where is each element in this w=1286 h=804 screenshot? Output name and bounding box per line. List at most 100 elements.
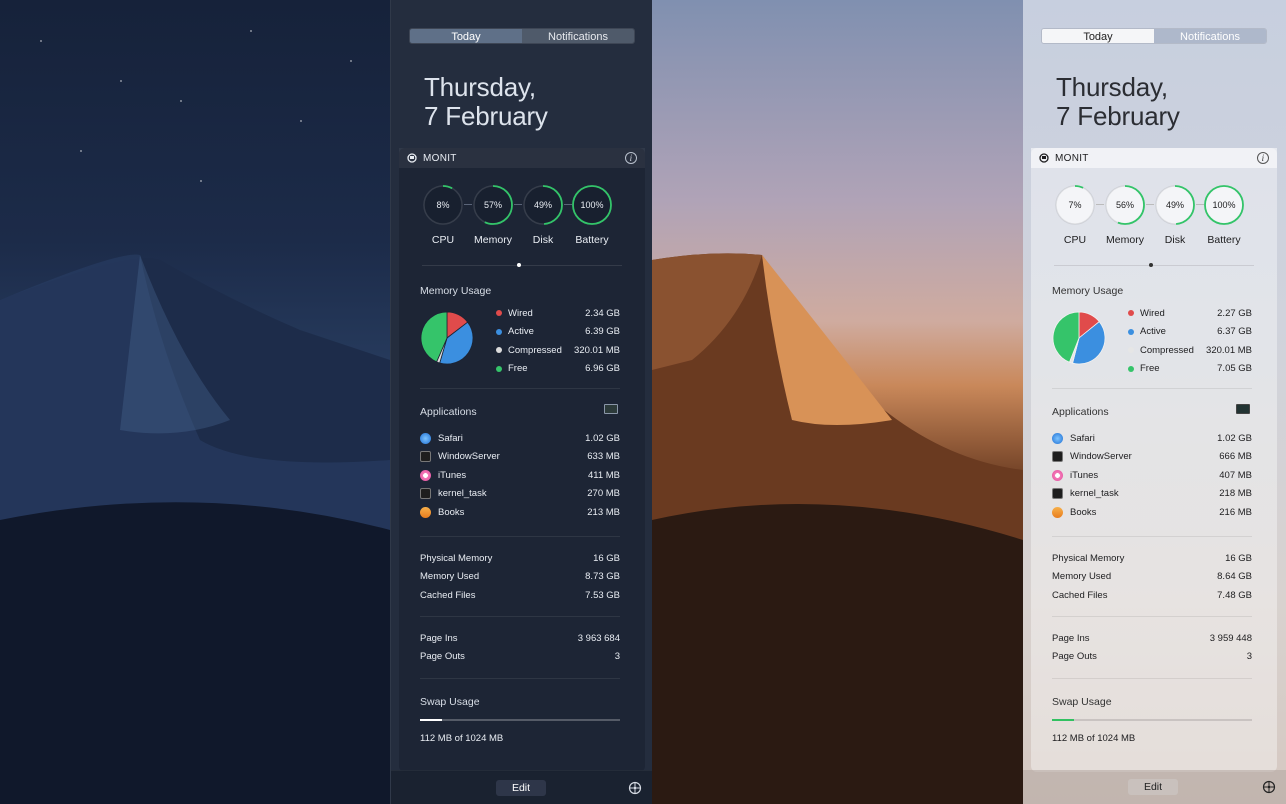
memory-pie-chart [420, 311, 474, 365]
swap-usage-text: 112 MB of 1024 MB [420, 733, 504, 744]
tab-notifications[interactable]: Notifications [1154, 29, 1266, 43]
gauge-value: 56% [1115, 200, 1134, 210]
app-row[interactable]: WindowServer 666 MB [1052, 448, 1252, 467]
gauge-connector [514, 204, 522, 205]
app-name: iTunes [438, 469, 467, 481]
safari-icon [420, 432, 431, 444]
divider [1052, 616, 1252, 617]
activity-monitor-icon[interactable] [1236, 404, 1250, 414]
tab-notifications[interactable]: Notifications [522, 29, 634, 43]
memory-type-value: 7.05 GB [1217, 363, 1252, 375]
tab-today[interactable]: Today [410, 29, 522, 43]
page-dot[interactable] [517, 263, 521, 267]
notification-footer: Edit [1023, 770, 1286, 804]
stat-value: 3 [614, 651, 620, 663]
memory-type-label: Wired [1140, 307, 1165, 319]
stat-label: Physical Memory [1052, 552, 1125, 564]
date-heading: Thursday, 7 February [424, 73, 548, 131]
edit-button[interactable]: Edit [1128, 779, 1178, 795]
app-row[interactable]: kernel_task 270 MB [420, 485, 620, 504]
app-row[interactable]: Safari 1.02 GB [420, 429, 620, 448]
memory-type-label: Active [508, 326, 534, 338]
free-dot-icon [1128, 365, 1134, 372]
monit-widget: MONIT i 7% CPU 56% Memory 49% Disk 100% Battery… [1031, 148, 1277, 772]
divider [420, 536, 620, 537]
edit-button[interactable]: Edit [496, 780, 546, 796]
info-icon[interactable]: i [1257, 152, 1269, 164]
applications-title: Applications [1052, 406, 1109, 418]
app-row[interactable]: kernel_task 218 MB [1052, 485, 1252, 504]
activity-monitor-icon[interactable] [604, 404, 618, 414]
app-row[interactable]: WindowServer 633 MB [420, 448, 620, 467]
app-memory: 407 MB [1219, 469, 1252, 481]
page-dot[interactable] [1149, 263, 1153, 267]
gauge-battery[interactable]: 100% Battery [571, 184, 613, 246]
notification-center-dark: Today Notifications Thursday, 7 February… [390, 0, 652, 804]
app-row[interactable]: Books 213 MB [420, 503, 620, 522]
stat-value: 3 [1246, 651, 1252, 663]
monit-logo-icon [1039, 153, 1049, 163]
tab-today[interactable]: Today [1042, 29, 1154, 43]
divider [420, 388, 620, 389]
memory-legend-row: Compressed 320.01 MB [496, 341, 620, 360]
gauge-value: 100% [580, 200, 604, 210]
divider [1052, 678, 1252, 679]
settings-gear-icon[interactable] [628, 781, 642, 795]
memory-usage-title: Memory Usage [420, 285, 492, 297]
swap-usage-text: 112 MB of 1024 MB [1052, 733, 1136, 744]
app-memory: 633 MB [587, 451, 620, 463]
dune-day-shape [652, 253, 1023, 804]
active-dot-icon [1128, 328, 1134, 335]
gauge-memory[interactable]: 56% Memory [1104, 184, 1146, 246]
stat-row: Cached Files 7.48 GB [1052, 586, 1252, 605]
gauge-label: CPU [1063, 234, 1087, 246]
gauge-row: 7% CPU 56% Memory 49% Disk 100% Battery [1054, 184, 1254, 246]
app-row[interactable]: Safari 1.02 GB [1052, 429, 1252, 448]
date-weekday: Thursday, [424, 72, 536, 102]
gauge-label: CPU [431, 234, 455, 246]
applications-list: Safari 1.02 GB WindowServer 633 MB iTunes 411… [420, 429, 620, 522]
divider [1052, 388, 1252, 389]
gauge-connector [1146, 204, 1154, 205]
info-icon[interactable]: i [625, 152, 637, 164]
notification-footer: Edit [391, 770, 652, 804]
app-row[interactable]: iTunes 407 MB [1052, 466, 1252, 485]
app-memory: 1.02 GB [1217, 432, 1252, 444]
stat-value: 16 GB [593, 552, 620, 564]
memory-pie-chart [1052, 311, 1106, 365]
app-name: Books [1070, 506, 1097, 518]
gauge-connector [464, 204, 472, 205]
gauge-disk[interactable]: 49% Disk [522, 184, 564, 246]
app-name: WindowServer [438, 451, 500, 463]
memory-legend-row: Compressed 320.01 MB [1128, 341, 1252, 360]
app-memory: 270 MB [587, 488, 620, 500]
stat-value: 7.48 GB [1217, 589, 1252, 601]
swap-usage-fill [1052, 719, 1074, 721]
memory-legend-row: Active 6.39 GB [496, 323, 620, 342]
wired-dot-icon [496, 310, 502, 317]
memory-type-value: 6.96 GB [585, 363, 620, 375]
date-day-month: 7 February [424, 101, 548, 131]
free-dot-icon [496, 365, 502, 372]
stat-label: Memory Used [1052, 571, 1112, 583]
gauge-value: 100% [1212, 200, 1236, 210]
swap-usage-title: Swap Usage [420, 696, 480, 708]
stat-value: 8.64 GB [1217, 571, 1252, 583]
gauge-cpu[interactable]: 8% CPU [422, 184, 464, 246]
app-row[interactable]: iTunes 411 MB [420, 466, 620, 485]
gauge-disk[interactable]: 49% Disk [1154, 184, 1196, 246]
stat-label: Page Outs [420, 651, 465, 663]
gauge-value: 57% [483, 200, 502, 210]
stat-value: 16 GB [1225, 552, 1252, 564]
itunes-icon [420, 469, 431, 481]
gauge-cpu[interactable]: 7% CPU [1054, 184, 1096, 246]
gauge-value: 49% [1165, 200, 1184, 210]
app-row[interactable]: Books 216 MB [1052, 503, 1252, 522]
memory-legend: Wired 2.34 GB Active 6.39 GB Compressed 320.0… [496, 304, 620, 378]
date-heading: Thursday, 7 February [1056, 73, 1180, 131]
monit-logo-icon [407, 153, 417, 163]
settings-gear-icon[interactable] [1262, 780, 1276, 794]
gauge-memory[interactable]: 57% Memory [472, 184, 514, 246]
terminal-icon [420, 451, 431, 463]
gauge-battery[interactable]: 100% Battery [1203, 184, 1245, 246]
